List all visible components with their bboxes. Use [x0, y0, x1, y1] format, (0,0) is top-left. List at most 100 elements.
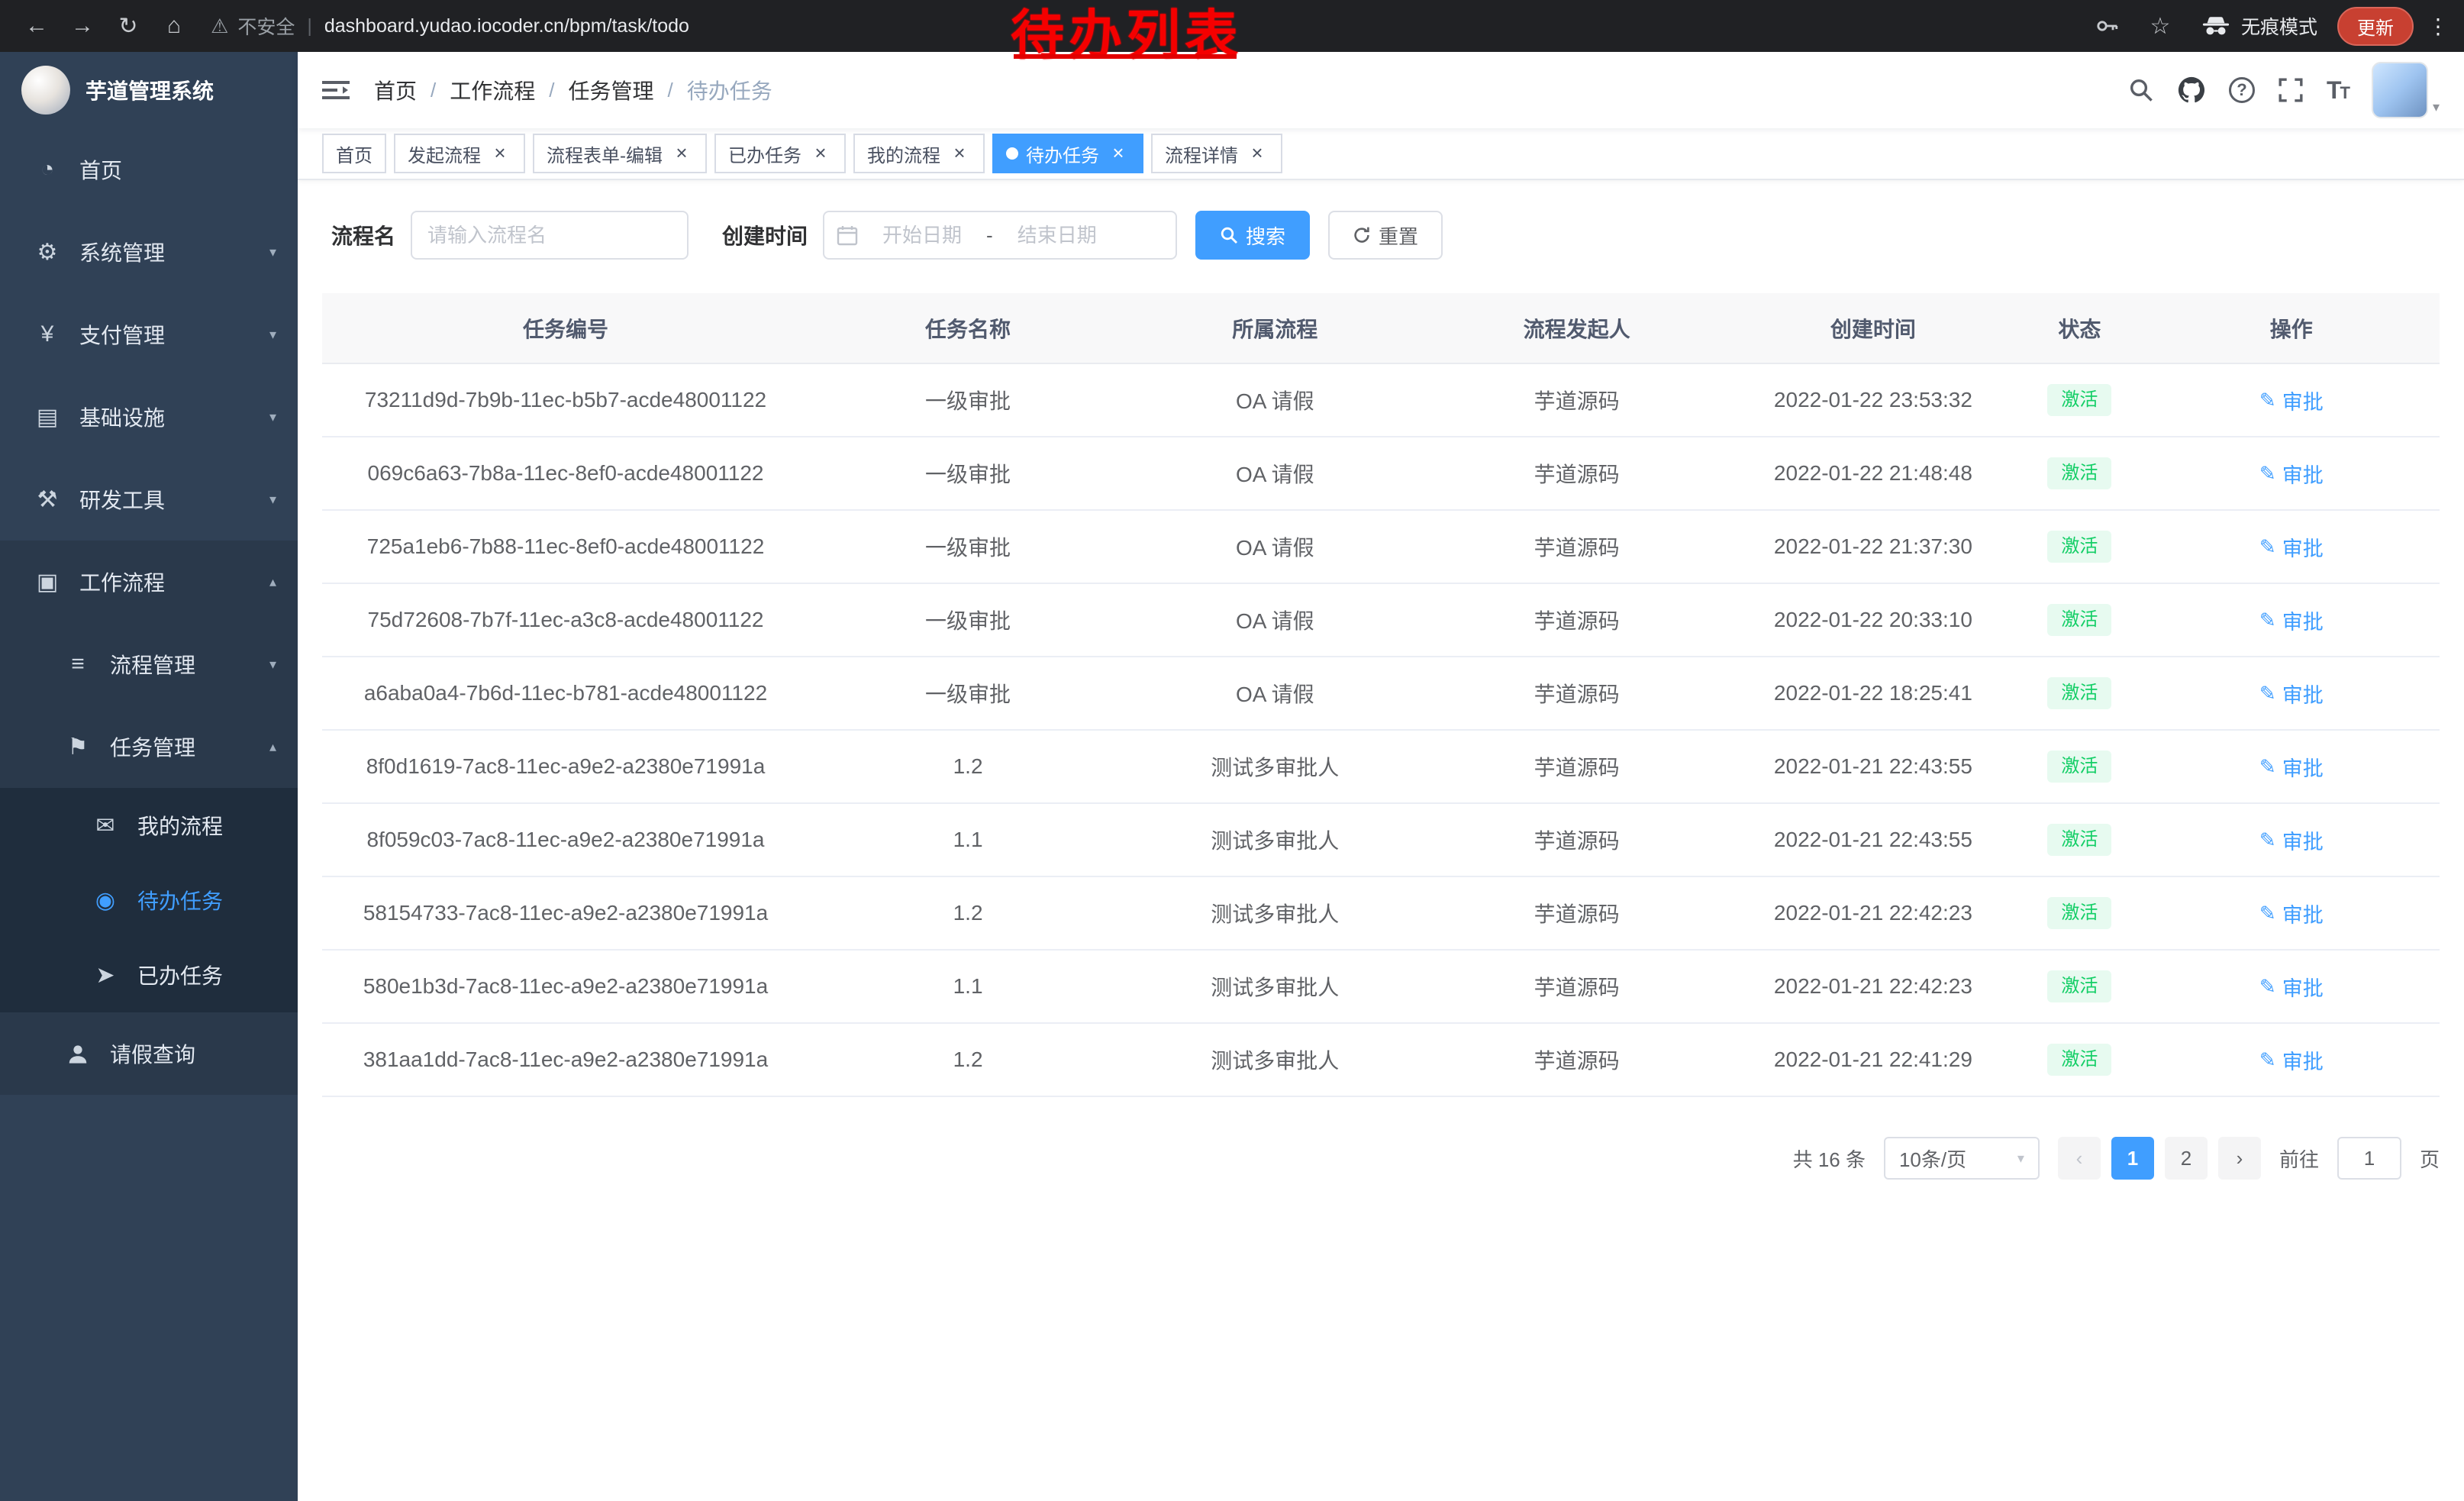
- approve-link[interactable]: ✎ 审批: [2259, 605, 2324, 635]
- dashboard-icon: ◔: [31, 157, 64, 182]
- user-menu[interactable]: ▾: [2372, 62, 2440, 118]
- address-bar[interactable]: ⚠ 不安全 | dashboard.yudao.iocoder.cn/bpm/t…: [211, 12, 689, 40]
- sidebar-item-workflow[interactable]: ▣ 工作流程 ▴: [0, 541, 298, 623]
- close-icon[interactable]: ×: [489, 142, 511, 165]
- sidebar-item-system-mgmt[interactable]: ⚙ 系统管理 ▾: [0, 211, 298, 293]
- table-row: 069c6a63-7b8a-11ec-8ef0-acde48001122 一级审…: [322, 437, 2440, 510]
- approve-link[interactable]: ✎ 审批: [2259, 899, 2324, 928]
- reset-button[interactable]: 重置: [1328, 211, 1443, 260]
- sidebar-item-leave-query[interactable]: 请假查询: [0, 1012, 298, 1095]
- sidebar-collapse-icon[interactable]: [322, 79, 350, 101]
- caret-down-icon: ▾: [2433, 99, 2440, 115]
- approve-link[interactable]: ✎ 审批: [2259, 752, 2324, 782]
- cell-status: 激活: [2016, 437, 2143, 510]
- goto-page-input[interactable]: [2337, 1137, 2401, 1180]
- font-size-icon[interactable]: TT: [2327, 76, 2349, 105]
- cell-initiator: 芋道源码: [1423, 1023, 1730, 1096]
- cell-task-name: 一级审批: [809, 510, 1127, 583]
- sidebar-item-payment-mgmt[interactable]: ¥ 支付管理 ▾: [0, 293, 298, 376]
- cell-status: 激活: [2016, 876, 2143, 950]
- cell-status: 激活: [2016, 657, 2143, 730]
- sidebar-item-todo-tasks[interactable]: ◉ 待办任务: [0, 863, 298, 938]
- approve-link[interactable]: ✎ 审批: [2259, 1045, 2324, 1075]
- cell-created: 2022-01-22 18:25:41: [1730, 657, 2016, 730]
- cell-task-id: 8f059c03-7ac8-11ec-a9e2-a2380e71991a: [322, 803, 809, 876]
- cell-task-name: 1.2: [809, 1023, 1127, 1096]
- cell-actions: ✎ 审批: [2143, 730, 2440, 803]
- page-size-select[interactable]: 10条/页 ▾: [1884, 1137, 2040, 1180]
- cell-process: OA 请假: [1127, 583, 1423, 657]
- cell-actions: ✎ 审批: [2143, 1023, 2440, 1096]
- tab-form-edit[interactable]: 流程表单-编辑 ×: [533, 134, 707, 173]
- status-badge: 激活: [2047, 1044, 2111, 1076]
- cell-task-id: a6aba0a4-7b6d-11ec-b781-acde48001122: [322, 657, 809, 730]
- breadcrumb-workflow[interactable]: 工作流程: [450, 75, 535, 105]
- github-icon[interactable]: [2177, 76, 2206, 105]
- cell-initiator: 芋道源码: [1423, 363, 1730, 437]
- reload-icon[interactable]: ↻: [107, 5, 150, 47]
- approve-link[interactable]: ✎ 审批: [2259, 459, 2324, 489]
- cell-task-name: 一级审批: [809, 583, 1127, 657]
- sidebar-item-task-mgmt[interactable]: ⚑ 任务管理 ▴: [0, 705, 298, 788]
- back-icon[interactable]: ←: [15, 5, 58, 47]
- cell-process: 测试多审批人: [1127, 803, 1423, 876]
- sidebar-item-my-processes[interactable]: ✉ 我的流程: [0, 788, 298, 863]
- prev-page-icon[interactable]: ‹: [2058, 1137, 2101, 1180]
- edit-icon: ✎: [2259, 828, 2276, 852]
- cell-process: 测试多审批人: [1127, 1023, 1423, 1096]
- tab-done-tasks[interactable]: 已办任务 ×: [714, 134, 846, 173]
- sidebar-item-done-tasks[interactable]: ➤ 已办任务: [0, 938, 298, 1012]
- tab-process-detail[interactable]: 流程详情 ×: [1151, 134, 1282, 173]
- fullscreen-icon[interactable]: [2278, 77, 2304, 103]
- approve-link[interactable]: ✎ 审批: [2259, 972, 2324, 1002]
- user-icon: [61, 1041, 95, 1067]
- sidebar-item-infrastructure[interactable]: ▤ 基础设施 ▾: [0, 376, 298, 458]
- cell-process: OA 请假: [1127, 437, 1423, 510]
- search-button[interactable]: 搜索: [1195, 211, 1310, 260]
- home-icon[interactable]: ⌂: [153, 5, 195, 47]
- sidebar-item-process-mgmt[interactable]: ≡ 流程管理 ▾: [0, 623, 298, 705]
- key-icon[interactable]: [2095, 14, 2119, 38]
- bookmark-star-icon[interactable]: ☆: [2139, 5, 2182, 47]
- sidebar-item-home[interactable]: ◔ 首页: [0, 128, 298, 211]
- sidebar-item-dev-tools[interactable]: ⚒ 研发工具 ▾: [0, 458, 298, 541]
- start-date-input[interactable]: [861, 224, 983, 247]
- breadcrumb-home[interactable]: 首页: [374, 75, 417, 105]
- approve-link[interactable]: ✎ 审批: [2259, 532, 2324, 562]
- tab-home[interactable]: 首页: [322, 134, 386, 173]
- cell-task-id: 381aa1dd-7ac8-11ec-a9e2-a2380e71991a: [322, 1023, 809, 1096]
- chevron-down-icon: ▾: [269, 657, 276, 673]
- next-page-icon[interactable]: ›: [2218, 1137, 2261, 1180]
- app-logo-row[interactable]: 芋道管理系统: [0, 52, 298, 128]
- col-task-name: 任务名称: [809, 293, 1127, 363]
- help-icon[interactable]: ?: [2229, 77, 2255, 103]
- close-icon[interactable]: ×: [670, 142, 693, 165]
- search-icon[interactable]: [2128, 77, 2154, 103]
- breadcrumb-current: 待办任务: [687, 75, 772, 105]
- approve-link[interactable]: ✎ 审批: [2259, 825, 2324, 855]
- cell-created: 2022-01-22 20:33:10: [1730, 583, 2016, 657]
- browser-menu-icon[interactable]: ⋮: [2427, 14, 2449, 39]
- approve-link[interactable]: ✎ 审批: [2259, 679, 2324, 709]
- breadcrumb-task-mgmt[interactable]: 任务管理: [569, 75, 654, 105]
- close-icon[interactable]: ×: [948, 142, 971, 165]
- close-icon[interactable]: ×: [809, 142, 832, 165]
- end-date-input[interactable]: [996, 224, 1118, 247]
- cell-initiator: 芋道源码: [1423, 583, 1730, 657]
- close-icon[interactable]: ×: [1246, 142, 1269, 165]
- app-logo: [21, 66, 70, 115]
- approve-link[interactable]: ✎ 审批: [2259, 386, 2324, 415]
- forward-icon[interactable]: →: [61, 5, 104, 47]
- page-button-1[interactable]: 1: [2111, 1137, 2154, 1180]
- edit-icon: ✎: [2259, 535, 2276, 559]
- page-button-2[interactable]: 2: [2165, 1137, 2208, 1180]
- close-icon[interactable]: ×: [1107, 142, 1130, 165]
- update-button[interactable]: 更新: [2337, 7, 2414, 46]
- cell-process: OA 请假: [1127, 363, 1423, 437]
- date-range-picker[interactable]: -: [823, 211, 1177, 260]
- tab-start-process[interactable]: 发起流程 ×: [394, 134, 525, 173]
- tab-todo-tasks[interactable]: 待办任务 ×: [992, 134, 1143, 173]
- tab-my-processes[interactable]: 我的流程 ×: [853, 134, 985, 173]
- process-name-input[interactable]: [411, 211, 689, 260]
- cell-status: 激活: [2016, 363, 2143, 437]
